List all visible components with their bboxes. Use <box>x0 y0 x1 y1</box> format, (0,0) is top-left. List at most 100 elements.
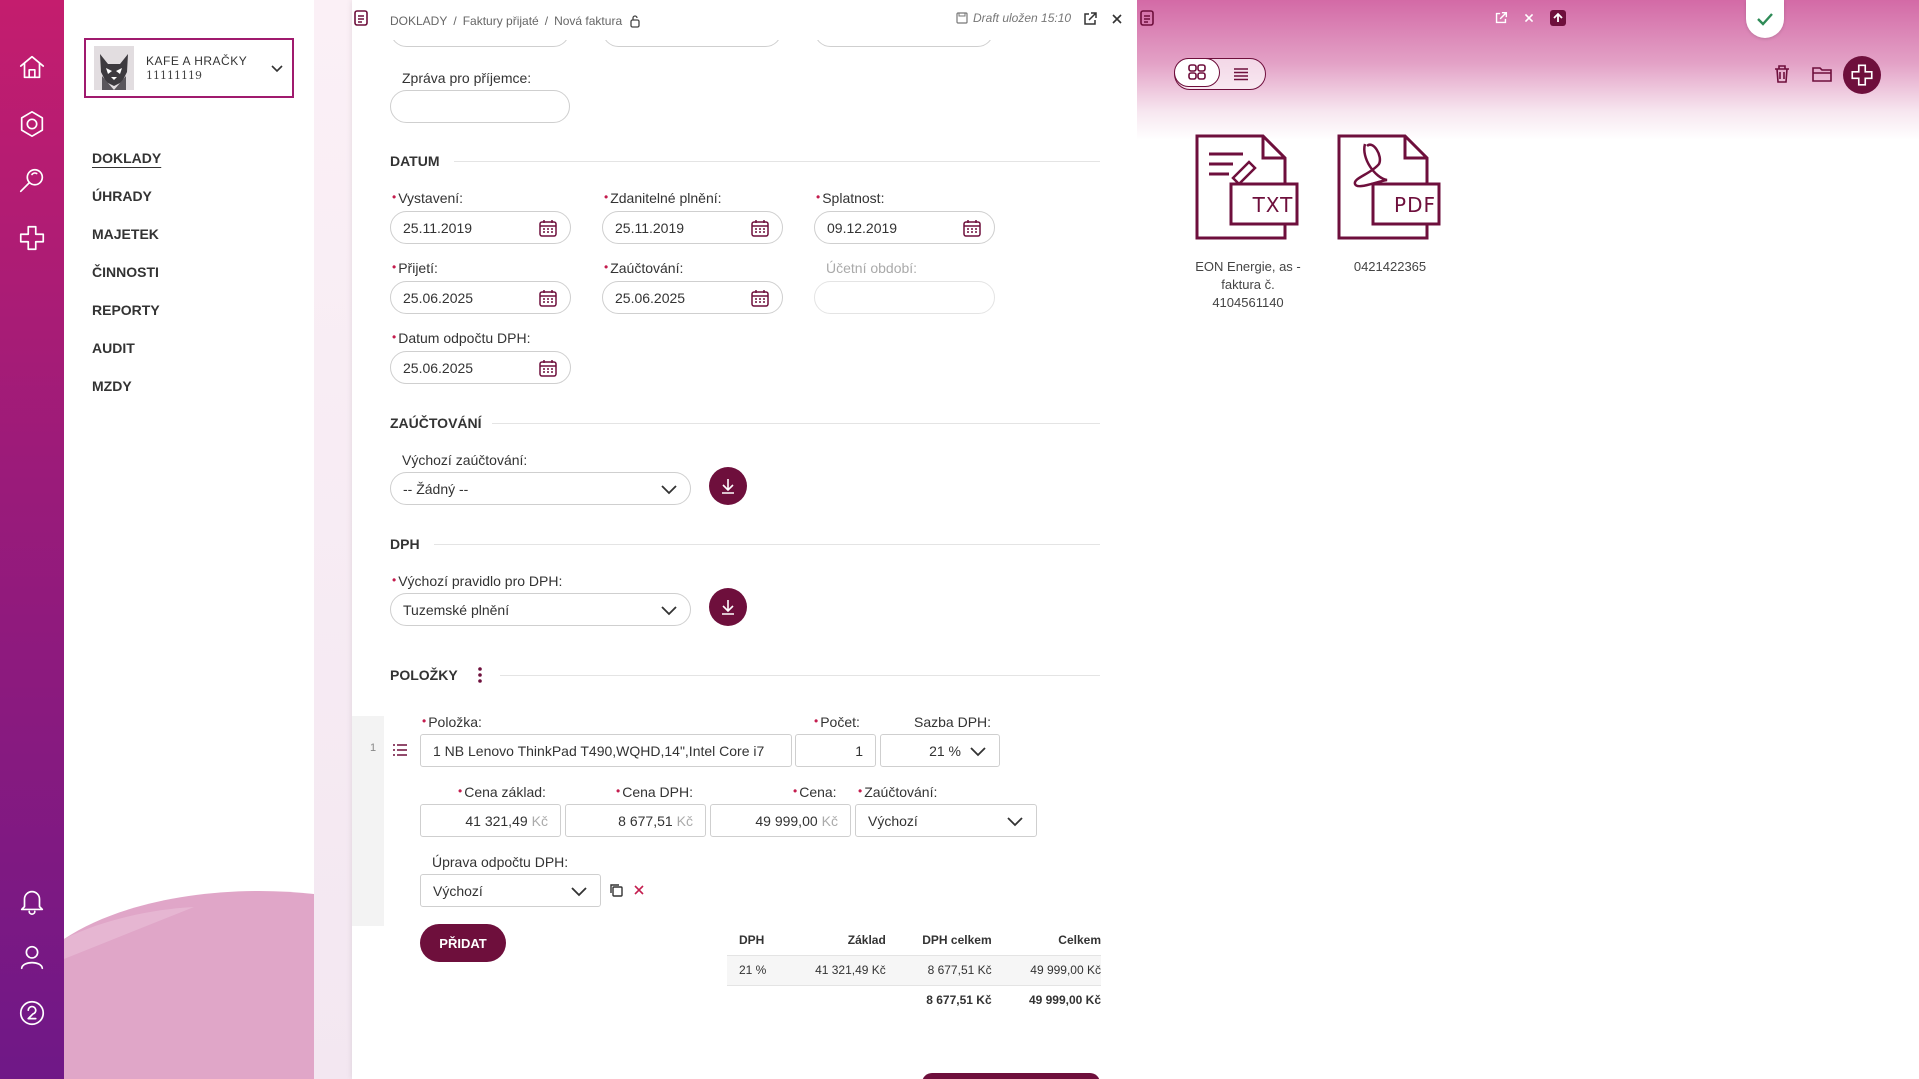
document-caption: 0421422365 <box>1353 259 1427 274</box>
vat-rate-label: Sazba DPH: <box>914 714 992 730</box>
nav-item-cinnosti[interactable]: ČINNOSTI <box>92 264 159 280</box>
copy-icon[interactable] <box>608 882 624 898</box>
upload-button[interactable] <box>1547 7 1569 29</box>
more-vertical-icon[interactable] <box>476 666 484 684</box>
folder-button[interactable] <box>1808 60 1836 88</box>
external-link-icon <box>1495 11 1508 24</box>
open-external-button[interactable] <box>1081 10 1099 28</box>
nav-item-reporty[interactable]: REPORTY <box>92 302 160 318</box>
price-input[interactable]: 49 999,00 Kč <box>710 804 851 837</box>
company-selector[interactable]: KAFE A HRAČKY 11111119 <box>84 38 294 98</box>
open-external-button[interactable] <box>1491 8 1511 28</box>
qty-input[interactable]: 1 <box>795 734 876 767</box>
nav-item-mzdy[interactable]: MZDY <box>92 378 132 394</box>
posting-date-value: 25.06.2025 <box>615 289 686 306</box>
calendar-icon[interactable] <box>750 218 770 238</box>
doc-panel-toggle[interactable] <box>352 9 370 27</box>
issue-date-input[interactable]: 25.11.2019 <box>390 211 571 244</box>
breadcrumb-faktury[interactable]: Faktury přijaté <box>463 14 539 28</box>
draft-status-text: Draft uložen 15:10 <box>973 11 1072 25</box>
taxable-date-label: Zdanitelné plnění: <box>604 190 721 206</box>
received-date-input[interactable]: 25.06.2025 <box>390 281 571 314</box>
item-name-input[interactable]: 1 NB Lenovo ThinkPad T490,WQHD,14",Intel… <box>420 734 792 767</box>
default-accounting-select[interactable]: -- Žádný -- <box>390 472 691 505</box>
calendar-icon[interactable] <box>538 218 558 238</box>
vat-deduction-date-input[interactable]: 25.06.2025 <box>390 351 571 384</box>
summary-cell: 41 321,49 Kč <box>815 963 886 977</box>
due-date-value: 09.12.2019 <box>827 219 898 236</box>
save-button-partial[interactable] <box>922 1073 1100 1079</box>
posting-date-input[interactable]: 25.06.2025 <box>602 281 783 314</box>
apply-accounting-button[interactable] <box>709 467 747 505</box>
summary-header: DPH celkem <box>922 932 992 947</box>
section-divider <box>454 161 1100 162</box>
vat-price-input[interactable]: 8 677,51 Kč <box>565 804 706 837</box>
summary-cell: 49 999,00 Kč <box>1028 993 1101 1008</box>
item-name-label: Položka: <box>422 714 482 730</box>
due-date-input[interactable]: 09.12.2019 <box>814 211 995 244</box>
taxable-date-input[interactable]: 25.11.2019 <box>602 211 783 244</box>
upload-icon <box>1550 10 1566 26</box>
nav-item-audit[interactable]: AUDIT <box>92 340 135 356</box>
posting-date-label: Zaúčtování: <box>604 260 683 276</box>
item-index: 1 <box>370 742 377 754</box>
lock-icon[interactable] <box>628 14 642 28</box>
doc-panel-toggle[interactable] <box>1137 6 1157 30</box>
help-button[interactable] <box>12 993 52 1033</box>
drag-handle-icon[interactable] <box>392 743 408 757</box>
notifications-button[interactable] <box>12 881 52 921</box>
document-tile[interactable]: TXT EON Energie, as - faktura č. 4104561… <box>1188 134 1308 312</box>
download-icon <box>722 479 734 494</box>
document-tile[interactable]: PDF 0421422365 <box>1330 134 1450 276</box>
delete-button[interactable] <box>1768 60 1796 88</box>
vat-adjustment-select[interactable]: Výchozí <box>420 874 601 907</box>
due-date-label: Splatnost: <box>816 190 884 206</box>
add-item-button[interactable]: PŘIDAT <box>420 924 506 962</box>
close-icon[interactable] <box>632 883 646 897</box>
base-price-input[interactable]: 41 321,49 Kč <box>420 804 561 837</box>
section-polozky: POLOŽKY <box>390 667 458 683</box>
breadcrumb-doklady[interactable]: DOKLADY <box>390 14 447 28</box>
currency-unit: Kč <box>531 812 548 829</box>
nav-item-majetek[interactable]: MAJETEK <box>92 226 159 242</box>
calendar-icon[interactable] <box>750 288 770 308</box>
qty-value: 1 <box>855 742 863 759</box>
invoice-form: 2172727707 0008 DOKLADY / Faktury přijat… <box>352 0 1137 1079</box>
nav-item-uhrady[interactable]: ÚHRADY <box>92 188 152 204</box>
item-accounting-label: Zaúčtování: <box>858 784 937 800</box>
message-input[interactable] <box>390 90 570 123</box>
apply-vat-rule-button[interactable] <box>709 588 747 626</box>
nav-item-doklady[interactable]: DOKLADY <box>92 150 161 166</box>
grid-view-button[interactable] <box>1173 57 1220 87</box>
company-avatar <box>94 46 134 90</box>
received-date-label: Přijetí: <box>392 260 438 276</box>
chevron-down-icon <box>571 886 587 896</box>
profile-button[interactable] <box>12 937 52 977</box>
external-link-icon <box>1084 12 1097 25</box>
close-form-button[interactable] <box>1108 10 1126 28</box>
period-label: Účetní období: <box>826 260 918 276</box>
settings-button[interactable] <box>12 104 52 144</box>
calendar-icon[interactable] <box>962 218 982 238</box>
vat-rule-select[interactable]: Tuzemské plnění <box>390 593 691 626</box>
confirm-button[interactable] <box>1746 0 1784 38</box>
item-name-value: 1 NB Lenovo ThinkPad T490,WQHD,14",Intel… <box>433 742 765 759</box>
calendar-icon[interactable] <box>538 358 558 378</box>
documents-panel: TXT EON Energie, as - faktura č. 4104561… <box>1137 0 1919 1079</box>
qty-label: Počet: <box>814 714 860 730</box>
chevron-down-icon <box>1007 816 1023 826</box>
vat-rate-select[interactable]: 21 % <box>880 734 1000 767</box>
search-button[interactable] <box>12 161 52 201</box>
close-panel-button[interactable] <box>1519 8 1539 28</box>
home-button[interactable] <box>12 47 52 87</box>
file-type-label: TXT <box>1252 193 1294 217</box>
calendar-icon[interactable] <box>538 288 558 308</box>
list-view-button[interactable] <box>1218 59 1264 88</box>
item-accounting-value: Výchozí <box>868 812 918 829</box>
plus-icon <box>1851 64 1873 86</box>
add-document-button[interactable] <box>1843 56 1881 94</box>
item-accounting-select[interactable]: Výchozí <box>855 804 1037 837</box>
base-price-value: 41 321,49 <box>465 812 528 829</box>
create-button[interactable] <box>12 218 52 258</box>
breadcrumb-separator: / <box>544 14 549 28</box>
